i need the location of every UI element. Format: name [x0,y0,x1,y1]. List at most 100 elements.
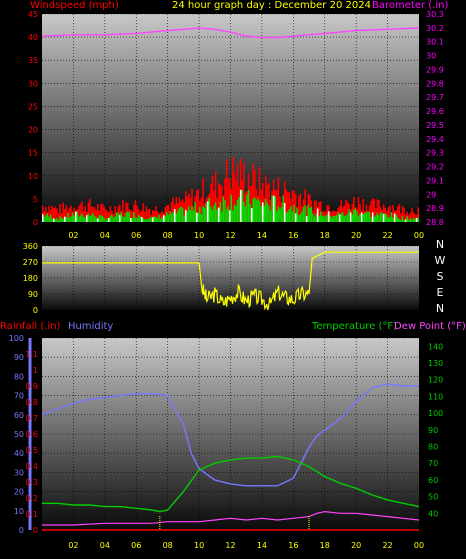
wind-average-bar [57,219,60,222]
wind-average-bar [180,206,182,222]
wind-average-bar [252,198,255,222]
rain-tick-label: 0.4 [25,462,38,471]
wind-average-bar [345,215,347,222]
wind-average-bar [294,213,297,222]
wind-average-bar [131,218,134,222]
wind-average-bar [343,215,346,222]
wind-average-bar [335,215,338,222]
wind-average-bar [291,211,294,222]
x-tick-label: 10 [194,231,204,240]
wind-average-bar [76,211,79,222]
wind-average-bar [227,206,229,222]
wind-average-bar [276,211,278,222]
rainfall-axis-title: Rainfall (.in) [0,321,61,332]
wind-average-bar [202,206,204,222]
wind-average-bar [150,216,152,222]
wind-average-bar [279,208,281,222]
wind-average-bar [386,214,388,222]
windspeed-axis-title: Windspeed (mph) [30,0,119,11]
barometer-tick-label: 29.7 [426,93,444,102]
wind-average-bar [46,213,49,222]
wind-average-bar [222,196,225,222]
x-tick-label: 10 [194,541,204,550]
wind-average-bar [208,198,211,222]
wind-average-bar [236,199,239,222]
wind-average-bar [249,203,251,222]
wind-average-bar [156,217,159,222]
barometer-axis-title: Barometer (.in) [372,0,449,11]
wind-average-bar [134,217,137,222]
compass-label: N [436,238,444,251]
temperature-tick-label: 100 [428,409,443,418]
wind-average-bar [213,205,215,222]
wind-average-bar [274,196,277,222]
wind-average-bar [192,210,195,222]
barometer-tick-label: 29.3 [426,149,444,158]
wind-average-bar [133,212,135,222]
wind-average-bar [309,208,311,222]
wind-average-bar [225,209,228,222]
wind-average-bar [206,201,209,222]
temperature-tick-label: 120 [428,376,443,385]
barometer-tick-label: 30.2 [426,24,444,33]
barometer-tick-label: 29.9 [426,65,444,74]
wind-tick-label: 15 [28,149,38,158]
weather-graph-image: 45 40 35 30 25 20 15 10 5 0 30.3 30.2 30.1 30 29.9 29.8… [0,0,466,555]
compass-label: N [436,302,444,315]
humidity-axis-title: Humidity [68,321,114,332]
wind-average-bar [145,218,148,222]
wind-average-bar [104,220,107,222]
wind-average-bar [45,215,47,222]
wind-average-bar [414,218,416,222]
wind-average-bar [162,215,165,222]
wind-average-bar [238,196,240,222]
wind-average-bar [178,207,181,222]
humidity-tick-label: 30 [14,468,24,477]
x-tick-label: 12 [225,231,235,240]
wind-average-bar [166,212,168,222]
wind-average-bar [282,196,284,222]
wind-average-bar [81,213,83,222]
x-tick-label: 22 [382,231,392,240]
humidity-tick-label: 40 [14,449,24,458]
wind-average-bar [74,211,77,222]
wind-average-bar [167,215,170,222]
x-tick-label: 14 [257,541,267,550]
wind-tick-label: 20 [28,126,38,135]
rain-tick-label: 0.3 [25,478,38,487]
humidity-tick-label: 50 [14,430,24,439]
wind-average-bar [147,219,149,222]
wind-average-bar [287,211,289,222]
wind-average-bar [115,212,118,222]
barometer-tick-label: 29.5 [426,121,444,130]
temperature-tick-label: 40 [428,509,438,518]
compass-label: W [435,254,446,267]
wind-tick-label: 40 [28,33,38,42]
compass-label: S [437,270,444,283]
wind-average-bar [387,217,390,222]
wind-tick-label: 30 [28,79,38,88]
wind-average-bar [290,206,292,222]
wind-average-bar [417,217,419,222]
wind-average-bar [384,213,387,222]
wind-average-bar [315,213,317,222]
wind-average-bar [318,216,321,222]
wind-average-bar [257,198,259,222]
wind-average-bar [92,213,94,222]
wind-average-bar [123,217,126,222]
barometer-tick-label: 29 [426,190,436,199]
wind-average-bar [235,205,237,222]
wind-average-bar [96,218,99,222]
humidity-tick-label: 60 [14,411,24,420]
wind-average-bar [144,219,146,222]
temperature-axis-title: Temperature (°F) [312,321,398,332]
x-tick-label: 14 [257,231,267,240]
wind-average-bar [263,205,266,222]
wind-average-bar [65,217,68,222]
rain-tick-label: 1.1 [25,350,38,359]
wind-average-bar [340,213,343,222]
wind-average-bar [42,214,44,222]
x-tick-label: 08 [163,231,173,240]
wind-average-bar [246,194,248,222]
wind-gust-bar [104,208,107,222]
